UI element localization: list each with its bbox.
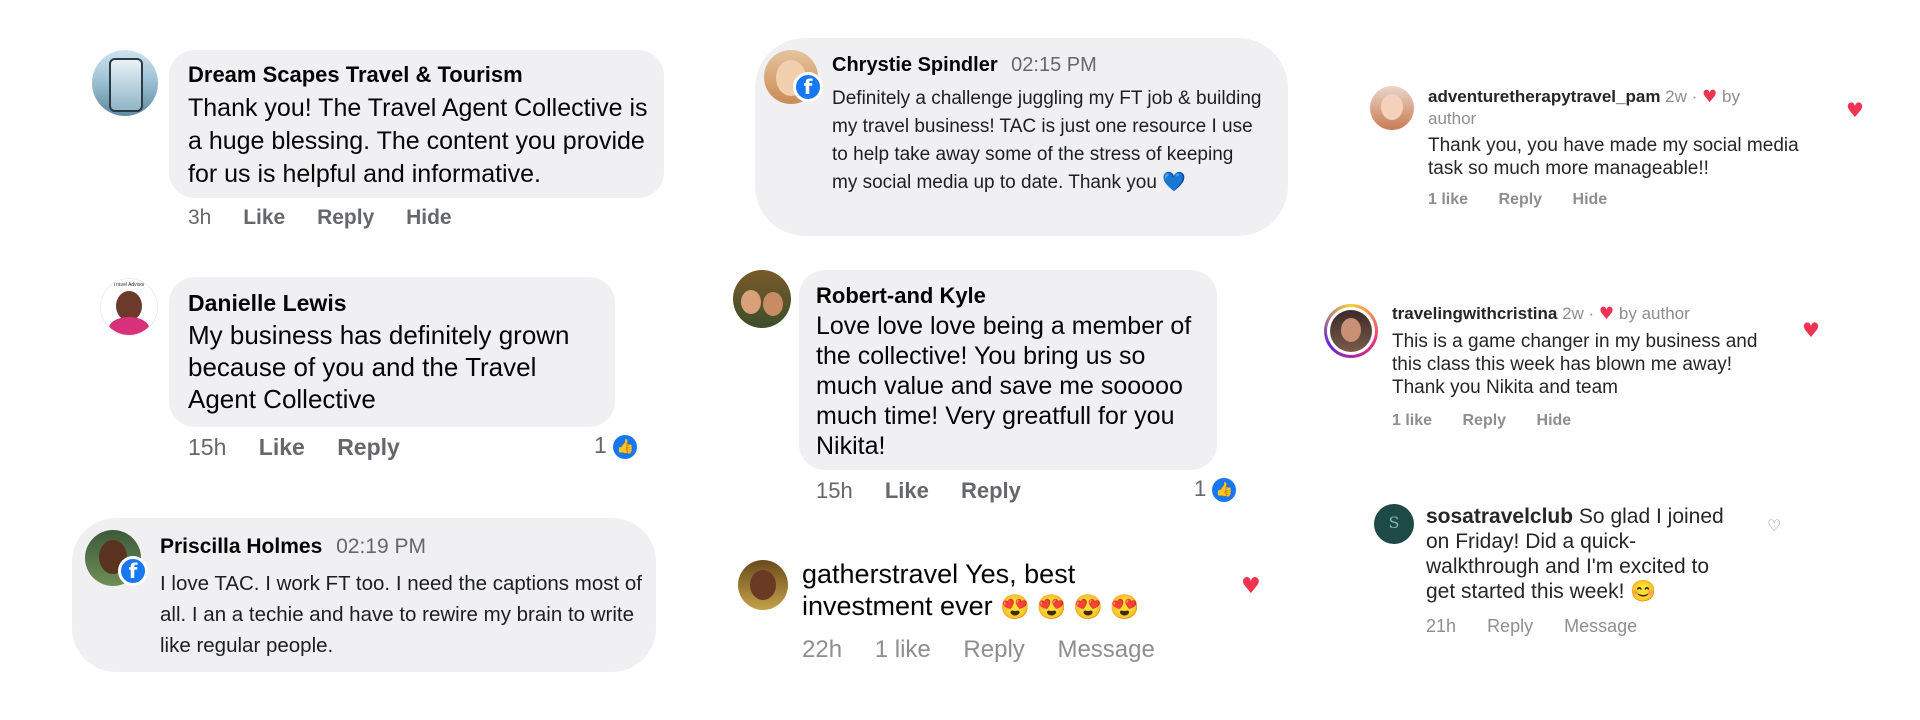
comment-text: Thank you, you have made my social media… [1428, 135, 1799, 179]
comment-author[interactable]: travelingwithcristina [1392, 304, 1557, 323]
comment-header: adventuretherapytravel_pam 2w · ♥ by aut… [1428, 86, 1768, 129]
timestamp: 3h [188, 206, 212, 229]
likes-count[interactable]: 1 like [1392, 412, 1432, 429]
hide-button[interactable]: Hide [406, 206, 452, 229]
reply-button[interactable]: Reply [317, 206, 374, 229]
reply-button[interactable]: Reply [963, 636, 1024, 663]
heart-icon[interactable]: ♥ [1846, 98, 1864, 122]
avatar[interactable] [92, 50, 158, 116]
timestamp: 02:15 PM [1011, 54, 1097, 76]
comment-author[interactable]: sosatravelclub [1426, 505, 1573, 528]
comment-text: Definitely a challenge juggling my FT jo… [832, 88, 1262, 193]
avatar[interactable] [1370, 86, 1414, 130]
heart-icon: ♥ [1598, 304, 1615, 324]
heart-icon[interactable]: ♥ [1802, 318, 1820, 342]
smile-emoji: 😊 [1630, 580, 1657, 603]
liked-by-author-label: by author [1618, 304, 1690, 323]
comment-author[interactable]: gatherstravel [802, 559, 958, 589]
facebook-f-icon: f [118, 556, 148, 586]
avatar[interactable]: S [1374, 504, 1414, 544]
like-button[interactable]: Like [243, 206, 285, 229]
timestamp: 15h [816, 478, 853, 503]
comment-text: My business has definitely grown because… [188, 320, 570, 414]
comment-actions: 1 like Reply Hide [1428, 191, 1633, 209]
reaction-count: 1 [1194, 476, 1207, 501]
heart-icon: ♥ [1702, 87, 1718, 107]
heart-outline-icon[interactable]: ♡ [1767, 516, 1781, 535]
comment-text: I love TAC. I work FT too. I need the ca… [160, 572, 642, 657]
reply-button[interactable]: Reply [337, 434, 400, 460]
comment-actions: 3h Like Reply Hide [188, 206, 478, 230]
comment-text: This is a game changer in my business an… [1392, 331, 1758, 398]
comment-text: Thank you! The Travel Agent Collective i… [188, 94, 648, 188]
facebook-f-icon: f [793, 72, 823, 102]
heart-eyes-emoji: 😍 😍 😍 😍 [1000, 594, 1140, 621]
timestamp: 02:19 PM [336, 535, 426, 558]
comment-age: 2w · [1562, 304, 1595, 323]
timestamp: 21h [1426, 616, 1457, 636]
comment-text: gatherstravel Yes, best investment ever … [802, 559, 1140, 621]
comment-actions: 1 like Reply Hide [1392, 412, 1597, 430]
hide-button[interactable]: Hide [1573, 191, 1608, 208]
comment-actions: 22h 1 like Reply Message [802, 636, 1181, 664]
likes-count[interactable]: 1 like [875, 636, 931, 663]
thumbs-up-icon: 👍 [613, 434, 638, 459]
likes-count[interactable]: 1 like [1428, 191, 1468, 208]
avatar[interactable]: Travel Advisor [100, 278, 158, 336]
timestamp: 15h [188, 434, 227, 460]
reply-button[interactable]: Reply [1498, 191, 1542, 208]
comment-author[interactable]: Danielle Lewis [188, 290, 347, 317]
reply-button[interactable]: Reply [1462, 412, 1506, 429]
blue-heart-emoji: 💙 [1162, 172, 1186, 193]
heart-icon[interactable]: ♥ [1241, 574, 1261, 599]
avatar[interactable] [1324, 304, 1378, 358]
avatar-caption: Travel Advisor [113, 282, 145, 288]
like-button[interactable]: Like [885, 478, 929, 503]
comment-header: travelingwithcristina 2w · ♥ by author [1392, 304, 1690, 324]
avatar[interactable] [738, 560, 788, 610]
message-button[interactable]: Message [1564, 616, 1637, 636]
reaction-summary[interactable]: 1 👍 [594, 432, 638, 459]
comment-author[interactable]: Chrystie Spindler 02:15 PM [832, 54, 1097, 77]
comment-actions: 15h Like Reply [188, 434, 426, 461]
reply-button[interactable]: Reply [961, 478, 1021, 503]
comment-actions: 15h Like Reply [816, 478, 1047, 504]
reply-button[interactable]: Reply [1487, 616, 1533, 636]
comment-age: 2w · [1665, 87, 1698, 106]
thumbs-up-icon: 👍 [1212, 478, 1237, 503]
like-button[interactable]: Like [259, 434, 305, 460]
hide-button[interactable]: Hide [1537, 412, 1572, 429]
reaction-summary[interactable]: 1 👍 [1194, 476, 1237, 503]
avatar[interactable] [733, 270, 791, 328]
comment-text: sosatravelclub So glad I joined on Frida… [1426, 505, 1724, 603]
timestamp: 22h [802, 636, 843, 663]
comment-author[interactable]: Priscilla Holmes 02:19 PM [160, 535, 426, 559]
comment-author[interactable]: Robert-and Kyle [816, 283, 986, 309]
comment-author[interactable]: adventuretherapytravel_pam [1428, 87, 1660, 106]
comment-text: Love love love being a member of the col… [816, 312, 1192, 460]
reaction-count: 1 [594, 432, 607, 458]
comment-author[interactable]: Dream Scapes Travel & Tourism [188, 62, 523, 88]
message-button[interactable]: Message [1057, 636, 1154, 663]
comment-actions: 21h Reply Message [1426, 616, 1663, 637]
